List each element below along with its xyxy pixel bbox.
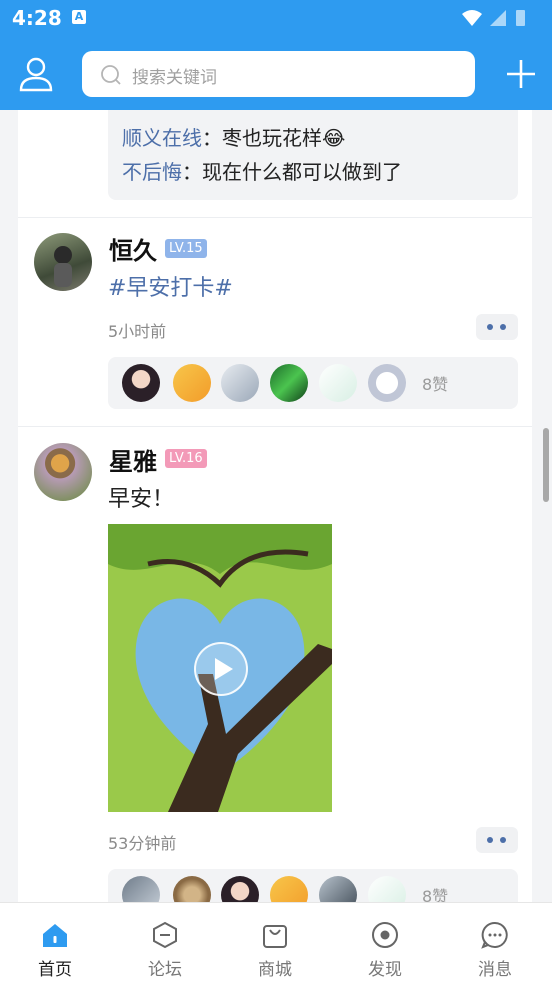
search-icon: [101, 65, 121, 85]
play-button[interactable]: [194, 642, 248, 696]
profile-icon[interactable]: [18, 56, 54, 92]
comment-line[interactable]: 顺义在线：枣也玩花样😂: [122, 122, 345, 151]
liker-avatar[interactable]: [122, 876, 160, 902]
nav-label: 首页: [38, 960, 72, 980]
divider: [18, 217, 532, 218]
liker-avatar[interactable]: [270, 364, 308, 402]
comment-box: 顺义在线：枣也玩花样😂 不后悔：现在什么都可以做到了: [108, 110, 518, 200]
play-icon: [215, 658, 233, 680]
shop-bag-icon: [263, 925, 287, 948]
post-text[interactable]: #早安打卡#: [108, 270, 233, 302]
bottom-nav: 首页 论坛 商城 发现 消息: [0, 902, 552, 984]
post-time: 5小时前: [108, 322, 167, 341]
video-thumbnail[interactable]: [108, 524, 332, 812]
status-icons: [462, 10, 525, 26]
liker-avatar[interactable]: [221, 876, 259, 902]
liker-avatar[interactable]: [122, 364, 160, 402]
post-username[interactable]: 恒久: [109, 231, 157, 266]
liker-avatar[interactable]: [319, 876, 357, 902]
notification-icon: A: [72, 10, 86, 24]
nav-label: 论坛: [148, 960, 182, 980]
liker-avatar[interactable]: [270, 876, 308, 902]
liker-avatar[interactable]: [173, 364, 211, 402]
nav-item-home[interactable]: 首页: [0, 903, 110, 984]
liker-avatar[interactable]: [221, 364, 259, 402]
post-username[interactable]: 星雅: [109, 442, 157, 477]
likes-bar[interactable]: 8赞: [108, 357, 518, 409]
feed: 顺义在线：枣也玩花样😂 不后悔：现在什么都可以做到了 恒久 LV.15 #早安打…: [18, 110, 532, 902]
home-icon: [43, 924, 67, 947]
more-options-button[interactable]: [476, 827, 518, 853]
liker-avatar[interactable]: [368, 364, 406, 402]
nav-label: 商城: [258, 960, 292, 980]
nav-item-shop[interactable]: 商城: [220, 903, 330, 984]
comment-author[interactable]: 不后悔: [122, 160, 182, 184]
message-icon: [481, 921, 508, 949]
scrollbar[interactable]: [543, 428, 549, 502]
app-bar: 4:28 A 搜索关键词: [0, 0, 552, 110]
more-options-button[interactable]: [476, 314, 518, 340]
likes-bar[interactable]: 8赞: [108, 869, 518, 902]
level-badge: LV.15: [165, 239, 207, 258]
nav-item-messages[interactable]: 消息: [440, 903, 550, 984]
comment-text: ：现在什么都可以做到了: [182, 160, 402, 184]
level-badge: LV.16: [165, 449, 207, 468]
nav-label: 消息: [478, 960, 512, 980]
post-time: 53分钟前: [108, 834, 177, 853]
post-text[interactable]: 早安！: [108, 481, 174, 513]
avatar[interactable]: [34, 443, 92, 501]
comment-line[interactable]: 不后悔：现在什么都可以做到了: [122, 156, 402, 185]
forum-icon: [153, 921, 177, 949]
liker-avatar[interactable]: [319, 364, 357, 402]
discover-icon: [372, 922, 398, 948]
search-bar[interactable]: 搜索关键词: [82, 51, 475, 97]
liker-avatar[interactable]: [368, 876, 406, 902]
like-count: 8赞: [422, 375, 449, 394]
add-icon[interactable]: [505, 58, 537, 90]
comment-text: ：枣也玩花样😂: [202, 126, 346, 150]
nav-item-forum[interactable]: 论坛: [110, 903, 220, 984]
avatar[interactable]: [34, 233, 92, 291]
liker-avatar[interactable]: [173, 876, 211, 902]
search-input[interactable]: 搜索关键词: [132, 63, 217, 88]
comment-author[interactable]: 顺义在线: [122, 126, 202, 150]
divider: [18, 426, 532, 427]
nav-item-discover[interactable]: 发现: [330, 903, 440, 984]
nav-label: 发现: [368, 960, 402, 980]
status-time: 4:28: [12, 6, 62, 30]
like-count: 8赞: [422, 887, 449, 902]
